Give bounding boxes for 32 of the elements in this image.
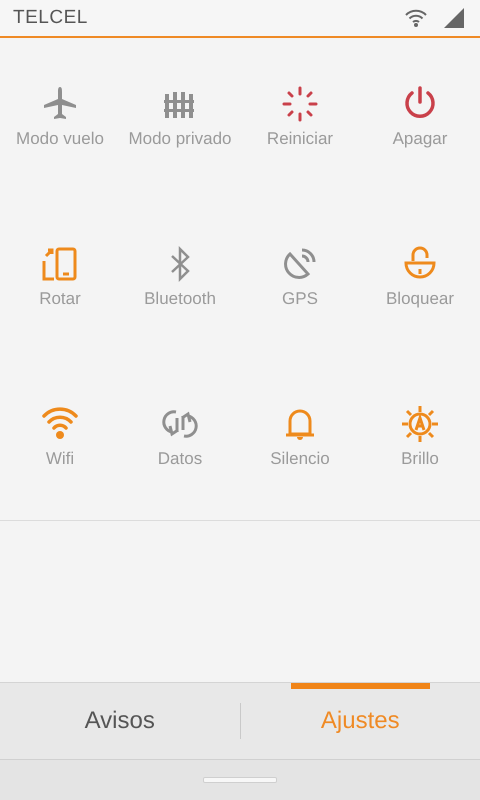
toggle-label: Rotar <box>39 289 81 309</box>
toggle-label: Wifi <box>46 449 74 469</box>
toggle-label: Bluetooth <box>144 289 216 309</box>
toggle-label: Silencio <box>270 449 330 469</box>
toggle-tile[interactable]: Silencio <box>240 360 360 520</box>
carrier-name: TELCEL <box>13 7 88 29</box>
toggle-tile[interactable]: GPS <box>240 200 360 360</box>
toggle-tile[interactable]: Bluetooth <box>120 200 240 360</box>
toggle-tile[interactable]: Wifi <box>0 360 120 520</box>
toggle-tile[interactable]: Bloquear <box>360 200 480 360</box>
toggle-label: Modo privado <box>128 129 232 149</box>
toggle-tile[interactable]: Modo privado <box>120 40 240 200</box>
drag-handle[interactable] <box>203 777 277 783</box>
wifi-signal-icon <box>404 8 428 28</box>
toggle-tile[interactable]: Rotar <box>0 200 120 360</box>
toggle-label: Modo vuelo <box>16 129 104 149</box>
toggle-tile[interactable]: Modo vuelo <box>0 40 120 200</box>
toggle-label: Brillo <box>401 449 439 469</box>
tab[interactable]: Avisos <box>0 683 240 759</box>
toggle-label: Apagar <box>392 129 448 149</box>
cell-signal-icon <box>442 7 466 29</box>
toggle-tile[interactable]: Apagar <box>360 40 480 200</box>
restart-icon <box>280 84 320 124</box>
toggle-label: Datos <box>158 449 202 469</box>
toggle-label: Reiniciar <box>266 129 334 149</box>
toggle-label: Bloquear <box>386 289 454 309</box>
toggle-tile[interactable]: Datos <box>120 360 240 520</box>
toggle-label: GPS <box>282 289 318 309</box>
tab[interactable]: Ajustes <box>240 683 480 759</box>
toggle-tile[interactable]: Brillo <box>360 360 480 520</box>
toggle-tile[interactable]: Reiniciar <box>240 40 360 200</box>
brightness-icon <box>400 404 440 444</box>
